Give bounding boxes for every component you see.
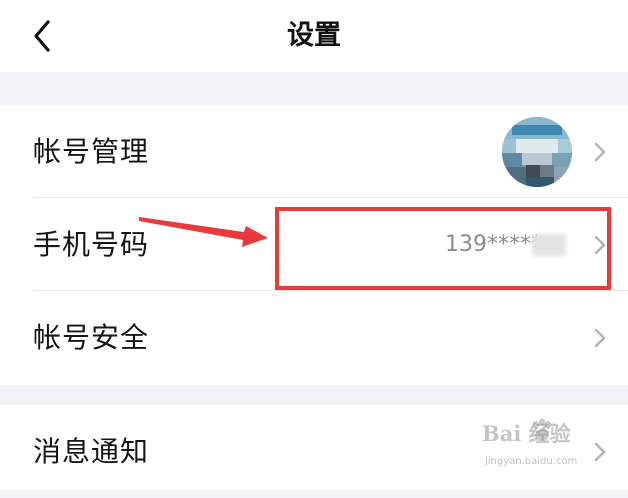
settings-group-account: 帐号管理 手机号码 139***** 帐号安全 bbox=[0, 105, 628, 385]
row-label: 帐号管理 bbox=[33, 135, 150, 168]
back-button[interactable] bbox=[22, 14, 66, 58]
masked-digits-blur bbox=[532, 234, 566, 256]
chevron-right-icon bbox=[594, 142, 606, 162]
row-account-security[interactable]: 帐号安全 bbox=[0, 291, 628, 384]
row-label: 消息通知 bbox=[33, 435, 150, 468]
phone-number-value: 139***** bbox=[445, 232, 542, 257]
row-phone-number[interactable]: 手机号码 139***** bbox=[0, 198, 628, 291]
page-title: 设置 bbox=[287, 20, 341, 51]
chevron-right-icon bbox=[594, 328, 606, 348]
settings-group-notifications: 消息通知 bbox=[0, 405, 628, 490]
chevron-right-icon bbox=[594, 235, 606, 255]
row-account-management[interactable]: 帐号管理 bbox=[0, 105, 628, 198]
row-label: 帐号安全 bbox=[33, 321, 150, 354]
avatar bbox=[502, 117, 572, 187]
chevron-right-icon bbox=[594, 442, 606, 462]
row-label: 手机号码 bbox=[33, 228, 150, 261]
row-message-notifications[interactable]: 消息通知 bbox=[0, 405, 628, 498]
back-chevron-icon bbox=[34, 20, 50, 52]
navigation-bar: 设置 bbox=[0, 0, 628, 72]
